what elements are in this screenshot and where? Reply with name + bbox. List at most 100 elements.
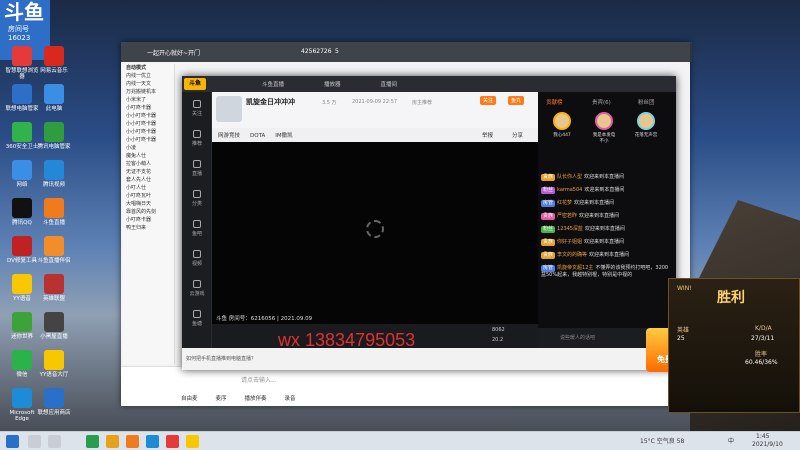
breadcrumb-item[interactable]: DOTA bbox=[250, 133, 265, 139]
browser-tab[interactable]: 直播间 bbox=[381, 82, 398, 88]
yy-taskbar-icon[interactable] bbox=[186, 435, 199, 448]
desktop-icon[interactable]: 微信 bbox=[4, 348, 40, 390]
browser-tab[interactable]: 斗鱼直播 bbox=[262, 82, 284, 88]
nav-label: 关注 bbox=[191, 111, 202, 117]
video-player[interactable]: 斗鱼 房间号：6216056 | 2021.09.09 bbox=[212, 142, 538, 324]
breadcrumb-item[interactable]: 网游竞技 bbox=[218, 133, 240, 139]
friend-list-item[interactable]: 小米米了 bbox=[123, 96, 174, 104]
chat-input[interactable]: 说些暖人的话吧 bbox=[560, 334, 595, 341]
folder-icon[interactable] bbox=[106, 435, 119, 448]
chat-tab[interactable]: 粉丝团 bbox=[638, 98, 655, 106]
desktop-icon[interactable]: 联想应用商店 bbox=[36, 386, 72, 428]
taskbar-app-icon[interactable] bbox=[86, 435, 99, 448]
ime-indicator[interactable]: 中 bbox=[728, 436, 734, 445]
friend-list-item[interactable]: 小小叮咚卡器 bbox=[123, 120, 174, 128]
desktop-icon[interactable]: Microsoft Edge bbox=[4, 386, 40, 428]
friend-list-item[interactable]: 小小叮咚卡器 bbox=[123, 112, 174, 120]
douyu-logo[interactable]: 斗鱼 bbox=[184, 78, 206, 90]
friend-list-item[interactable]: 小叮咚瓦叶 bbox=[123, 192, 174, 200]
share-button[interactable]: 分享 bbox=[512, 131, 523, 139]
follow-button[interactable]: 关注 bbox=[480, 96, 497, 105]
nav-item[interactable]: 推荐 bbox=[182, 130, 212, 147]
friend-list-item[interactable]: 内线一天文 bbox=[123, 80, 174, 88]
friend-list-item[interactable]: 内线一优立 bbox=[123, 72, 174, 80]
nav-item[interactable]: 关注 bbox=[182, 100, 212, 117]
desktop-icon[interactable]: 英雄联盟 bbox=[36, 272, 72, 314]
chat-username[interactable]: 严密若昨 bbox=[557, 213, 577, 219]
client-input[interactable]: 请点击输入... bbox=[241, 375, 277, 384]
nav-item[interactable]: 视频 bbox=[182, 250, 212, 267]
nav-item[interactable]: 鱼吧 bbox=[182, 220, 212, 237]
chat-username[interactable]: 队长你人型 bbox=[557, 174, 582, 180]
friend-list-item[interactable]: 小叮人仕 bbox=[123, 184, 174, 192]
gift-tip[interactable]: 如何把手机直播推到电脑直播？ bbox=[186, 355, 256, 362]
nav-item[interactable]: 分类 bbox=[182, 190, 212, 207]
desktop-icon[interactable]: 斗鱼直播 bbox=[36, 196, 72, 238]
desktop-icon[interactable]: 智慧联想浏览器 bbox=[4, 44, 40, 86]
chat-tab[interactable]: 贵宾(6) bbox=[592, 98, 611, 106]
friend-list-item[interactable]: 小小叮咚卡器 bbox=[123, 136, 174, 144]
client-bottom-button[interactable]: 录音 bbox=[285, 396, 296, 402]
weather-text[interactable]: 15°C 空气良 58 bbox=[640, 436, 684, 445]
friend-list-item[interactable]: 靠首风的先剑 bbox=[123, 208, 174, 216]
report-button[interactable]: 举报 bbox=[482, 131, 493, 139]
nav-item[interactable]: 鱼塘 bbox=[182, 310, 212, 327]
clock-date[interactable]: 2021/9/10 bbox=[752, 441, 783, 448]
desktop-icon[interactable]: 联想电脑管家 bbox=[4, 82, 40, 124]
desktop-icon-label: 腾讯QQ bbox=[12, 220, 32, 226]
start-icon[interactable] bbox=[6, 435, 19, 448]
rank-user[interactable]: 花落无声宫 bbox=[634, 112, 658, 138]
chat-username[interactable]: 你好子姐姐 bbox=[557, 239, 582, 245]
chat-username[interactable]: 红花梦 bbox=[557, 200, 572, 206]
task-view-icon[interactable] bbox=[48, 435, 61, 448]
desktop-icon[interactable]: 网易云音乐 bbox=[36, 44, 72, 86]
rank-user[interactable]: 我是本发电不小 bbox=[592, 112, 616, 144]
desktop-icon[interactable]: 此电脑 bbox=[36, 82, 72, 124]
client-bottom-button[interactable]: 播放伴奏 bbox=[245, 396, 267, 402]
friend-list-item[interactable]: 套人先人仕 bbox=[123, 176, 174, 184]
friend-list-item[interactable]: 拉客小萌人 bbox=[123, 160, 174, 168]
chat-username[interactable]: 12345深蓝 bbox=[557, 226, 583, 232]
edge-taskbar-icon[interactable] bbox=[146, 435, 159, 448]
desktop-icon[interactable]: 网络 bbox=[4, 158, 40, 200]
chat-tab[interactable]: 贡献榜 bbox=[546, 98, 563, 106]
gift-button[interactable]: 鱼丸 bbox=[508, 96, 525, 105]
friend-list-item[interactable]: 万兆搬链机本 bbox=[123, 88, 174, 96]
douyu-icon bbox=[44, 198, 64, 218]
client-bottom-button[interactable]: 自由麦 bbox=[181, 396, 198, 402]
clock-time[interactable]: 1:45 bbox=[756, 433, 769, 440]
client-title: 一起开心就好~开门 bbox=[147, 50, 201, 57]
friend-list-item[interactable]: 无证不支花 bbox=[123, 168, 174, 176]
desktop-icon[interactable]: 腾讯电脑管家 bbox=[36, 120, 72, 162]
desktop-icon[interactable]: YY语音大厅 bbox=[36, 348, 72, 390]
client-bottom-button[interactable]: 麦序 bbox=[216, 396, 227, 402]
desktop-icon[interactable]: DV修复工具 bbox=[4, 234, 40, 276]
friend-list-item[interactable]: 小叮咚卡器 bbox=[123, 216, 174, 224]
friend-list-item[interactable]: 小叮咚卡器 bbox=[123, 104, 174, 112]
desktop-icon-label: 迷你世界 bbox=[10, 334, 33, 340]
nav-item[interactable]: 直播 bbox=[182, 160, 212, 177]
browser-tab[interactable]: 播放器 bbox=[324, 82, 341, 88]
douyu-taskbar-icon[interactable] bbox=[126, 435, 139, 448]
desktop-icon[interactable]: 360安全卫士 bbox=[4, 120, 40, 162]
friend-list-item[interactable]: 鸭王归来 bbox=[123, 224, 174, 232]
friend-list-item[interactable]: 小小叮咚卡器 bbox=[123, 128, 174, 136]
nav-item[interactable]: 云游戏 bbox=[182, 280, 212, 297]
desktop-icon[interactable]: 斗鱼直播伴侣 bbox=[36, 234, 72, 276]
chat-username[interactable]: 凯旋帝文超12主 bbox=[557, 265, 593, 271]
browser-taskbar-icon[interactable] bbox=[166, 435, 179, 448]
desktop-icon[interactable]: YY语音 bbox=[4, 272, 40, 314]
friend-list-item[interactable]: 大唱嗨日天 bbox=[123, 200, 174, 208]
desktop-icon[interactable]: 小黑屋直播 bbox=[36, 310, 72, 352]
desktop-icon[interactable]: 腾讯QQ bbox=[4, 196, 40, 238]
desktop-icon[interactable]: 腾讯视频 bbox=[36, 158, 72, 200]
breadcrumb-item[interactable]: IM撒凯 bbox=[275, 133, 292, 139]
friend-list-item[interactable]: 小凌 bbox=[123, 144, 174, 152]
desktop-icon[interactable]: 迷你世界 bbox=[4, 310, 40, 352]
chat-username[interactable]: karma504 bbox=[557, 187, 582, 193]
rank-user[interactable]: 我心447 bbox=[550, 112, 574, 138]
search-icon[interactable] bbox=[28, 435, 41, 448]
friend-list-item[interactable]: 魔兔人仕 bbox=[123, 152, 174, 160]
anchor-avatar[interactable] bbox=[216, 96, 242, 122]
chat-username[interactable]: 李文的的确等 bbox=[557, 252, 587, 258]
